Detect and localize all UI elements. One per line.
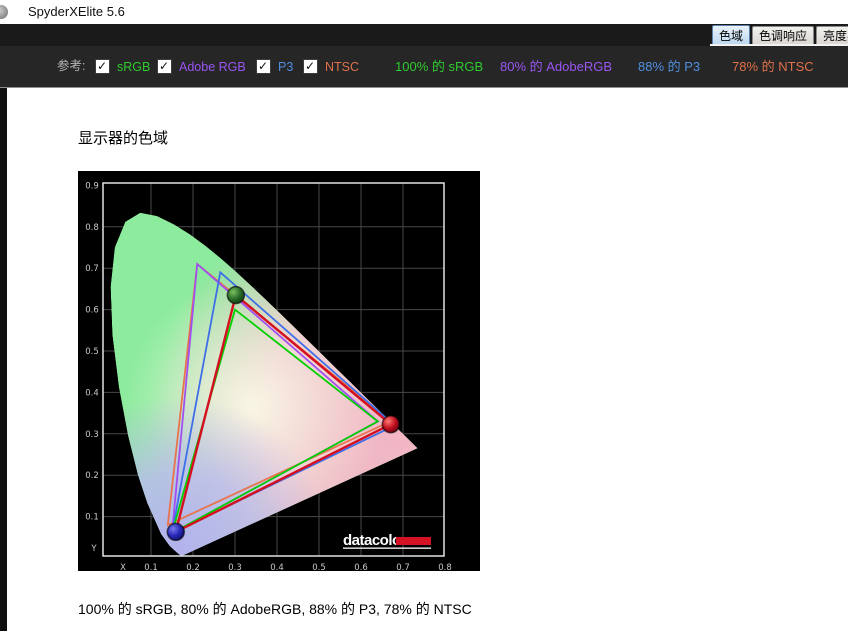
title-bar: SpyderXElite 5.6	[0, 0, 848, 24]
srgb-checkbox[interactable]	[95, 59, 110, 74]
svg-text:0.1: 0.1	[144, 563, 158, 571]
svg-text:0.8: 0.8	[85, 223, 99, 233]
adobergb-checkbox-label[interactable]: Adobe RGB	[179, 60, 246, 74]
ntsc-checkbox[interactable]	[303, 59, 318, 74]
content-area: 显示器的色域 0.1 0.2 0.3 0.4 0.5 0.6 0.7 0.8 0.9 Y 0.1 0.…	[0, 88, 848, 631]
checkbox-group-srgb[interactable]: sRGB	[95, 46, 150, 87]
display-primary-marker-green	[226, 285, 246, 305]
window-title: SpyderXElite 5.6	[28, 4, 125, 19]
svg-text:0.8: 0.8	[438, 563, 452, 571]
svg-text:0.3: 0.3	[85, 430, 99, 440]
gamut-chart: 0.1 0.2 0.3 0.4 0.5 0.6 0.7 0.8 0.9 Y 0.1 0.2 0.3 0.4…	[78, 171, 480, 573]
svg-text:0.4: 0.4	[270, 563, 284, 571]
cie-chromaticity-diagram: 0.1 0.2 0.3 0.4 0.5 0.6 0.7 0.8 0.9 Y 0.1 0.2 0.3 0.4…	[85, 181, 452, 573]
datacolor-logo: datacolor	[343, 532, 431, 549]
coverage-readout-adobergb: 80% 的 AdobeRGB	[500, 59, 613, 74]
page-title: 显示器的色域	[78, 130, 169, 147]
display-primary-marker-blue	[166, 522, 186, 542]
svg-text:0.3: 0.3	[228, 563, 242, 571]
coverage-readout-ntsc: 78% 的 NTSC	[732, 59, 814, 74]
svg-text:0.7: 0.7	[396, 563, 410, 571]
reference-toolbar: 参考: sRGB Adobe RGB P3 NTSC 100% 的 sRGB 8…	[0, 46, 848, 88]
tab-gamut[interactable]: 色域	[712, 25, 751, 46]
adobergb-checkbox[interactable]	[157, 59, 172, 74]
coverage-summary: 100% 的 sRGB, 80% 的 AdobeRGB, 88% 的 P3, 7…	[78, 601, 472, 617]
svg-text:Y: Y	[90, 544, 97, 554]
p3-checkbox-label[interactable]: P3	[278, 60, 293, 74]
reference-label: 参考:	[57, 59, 86, 73]
svg-text:0.6: 0.6	[354, 563, 368, 571]
svg-text:0.1: 0.1	[85, 513, 99, 523]
spectral-locus	[110, 212, 418, 556]
display-primary-marker-red	[381, 415, 401, 434]
svg-text:0.7: 0.7	[85, 264, 99, 274]
svg-text:0.2: 0.2	[186, 563, 200, 571]
spyderx-window: SpyderXElite 5.6 色域 色调响应 亮度与 参考: sRGB Ad…	[0, 0, 848, 631]
checkbox-group-adobergb[interactable]: Adobe RGB	[157, 46, 246, 87]
svg-text:X: X	[120, 563, 126, 571]
svg-text:0.5: 0.5	[312, 563, 326, 571]
svg-text:0.6: 0.6	[85, 306, 99, 316]
tab-tone-response[interactable]: 色调响应	[752, 26, 815, 46]
svg-text:0.5: 0.5	[85, 347, 99, 357]
tab-bar: 色域 色调响应 亮度与	[712, 25, 848, 46]
svg-text:0.4: 0.4	[85, 388, 99, 398]
srgb-checkbox-label[interactable]: sRGB	[117, 60, 150, 74]
coverage-readout-p3: 88% 的 P3	[638, 59, 701, 74]
menu-strip: 色域 色调响应 亮度与	[0, 24, 848, 46]
left-edge-border	[0, 88, 7, 631]
app-icon	[0, 5, 8, 19]
coverage-readout-srgb: 100% 的 sRGB	[395, 59, 484, 74]
svg-text:0.2: 0.2	[85, 471, 99, 481]
p3-checkbox[interactable]	[256, 59, 271, 74]
checkbox-group-ntsc[interactable]: NTSC	[303, 46, 359, 87]
tab-brightness[interactable]: 亮度与	[816, 26, 848, 46]
svg-text:0.9: 0.9	[85, 181, 99, 191]
checkbox-group-p3[interactable]: P3	[256, 46, 293, 87]
ntsc-checkbox-label[interactable]: NTSC	[325, 60, 359, 74]
